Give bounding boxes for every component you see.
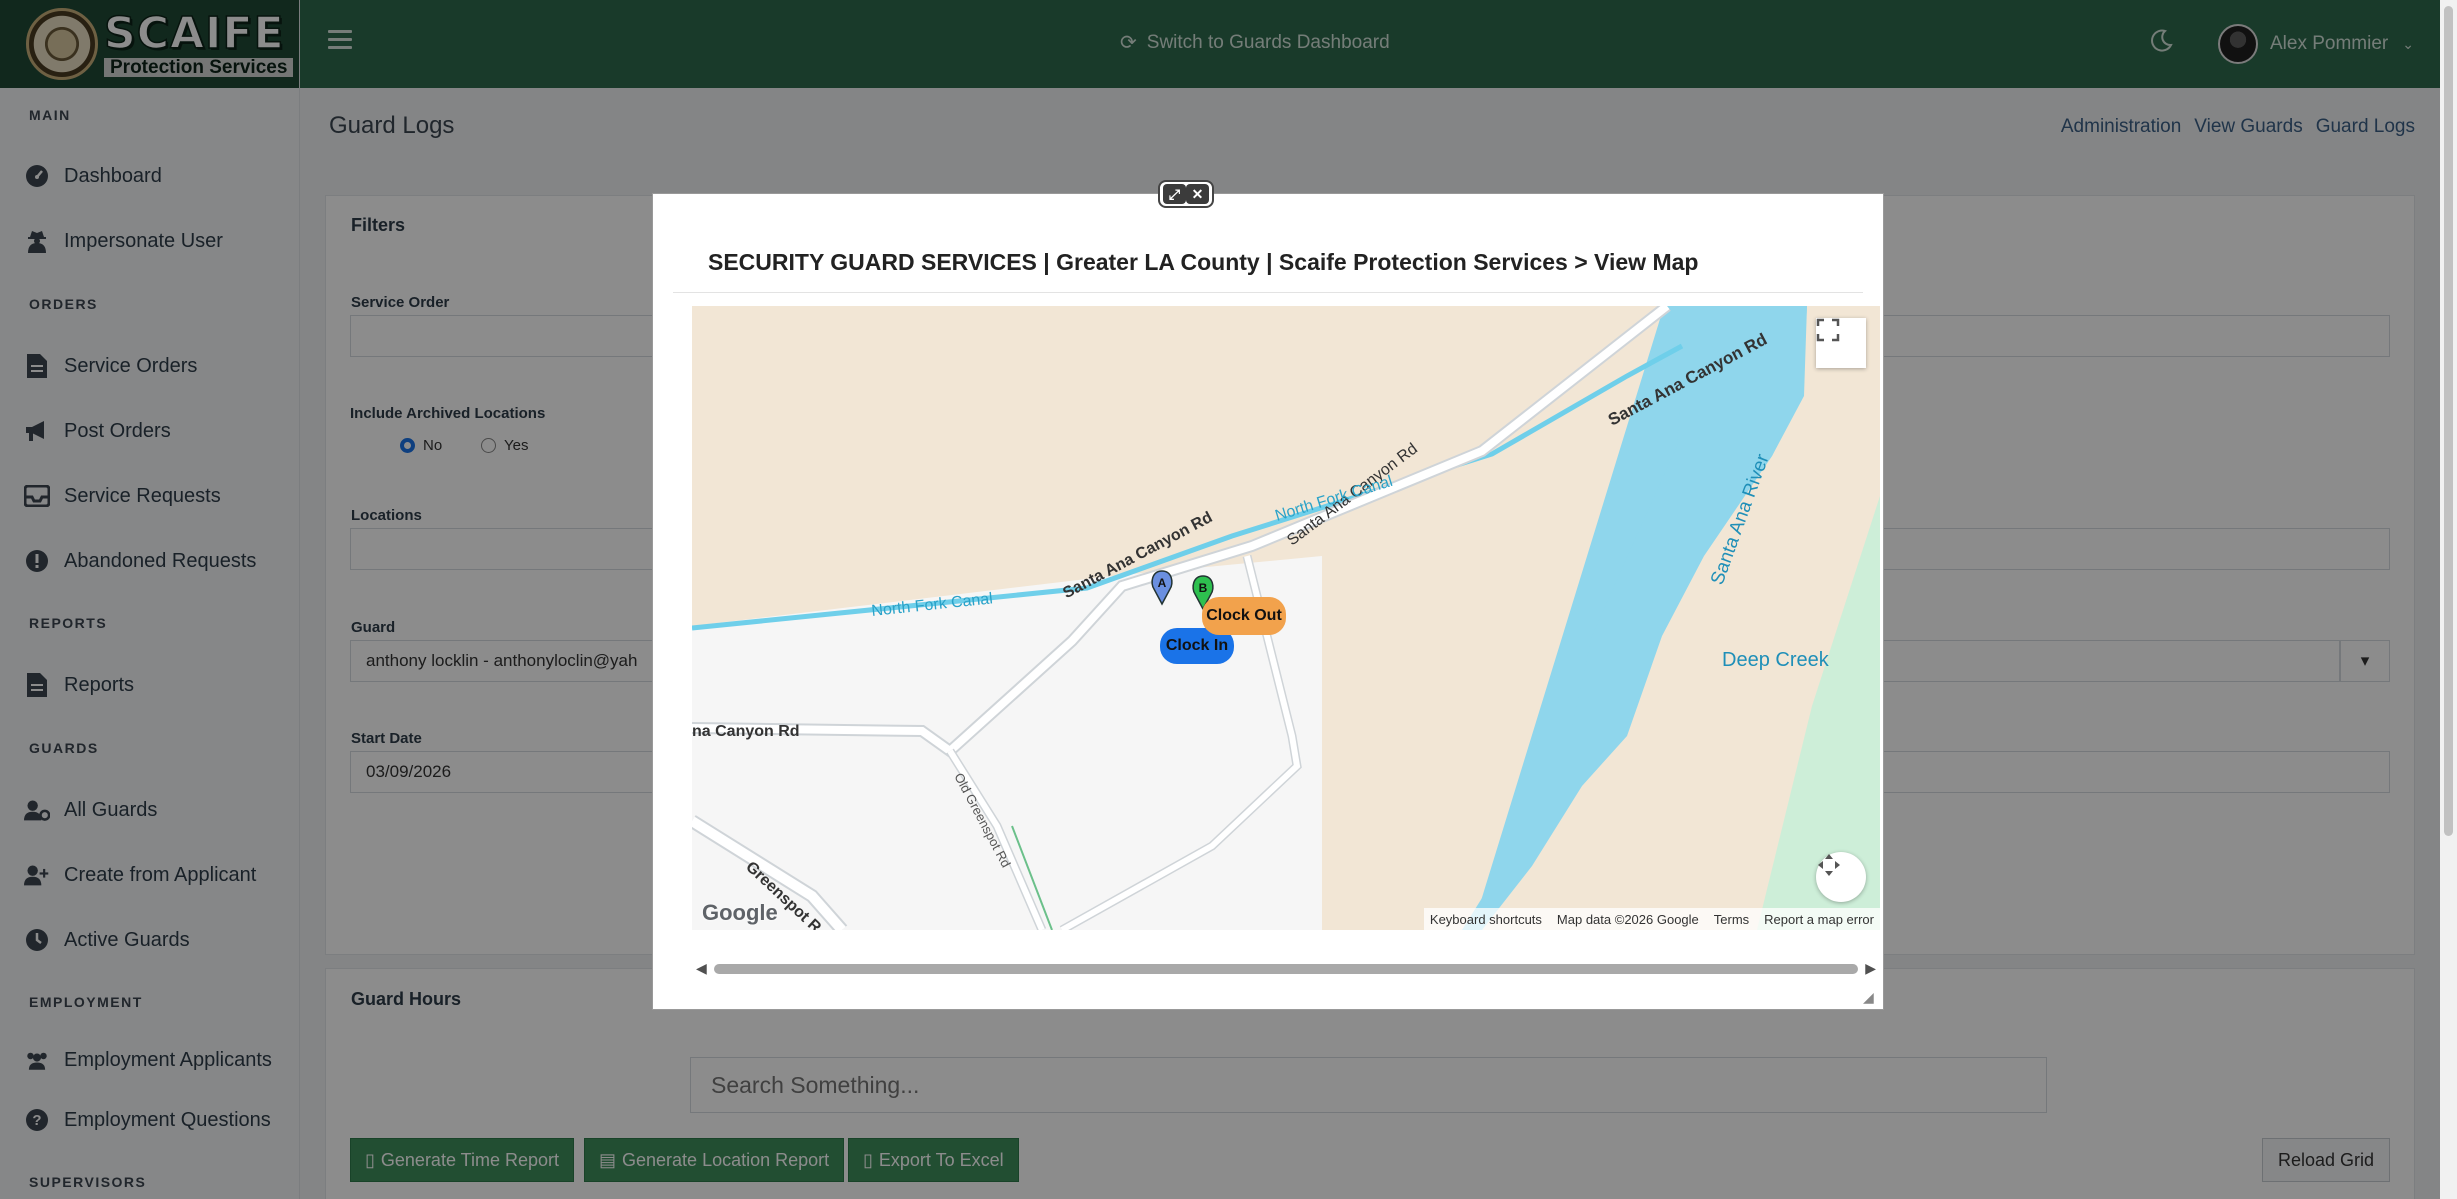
map-data-credit: Map data ©2026 Google <box>1556 911 1699 927</box>
clock-out-label[interactable]: Clock Out <box>1202 597 1286 635</box>
dialog-title: SECURITY GUARD SERVICES | Greater LA Cou… <box>708 249 1699 275</box>
google-map[interactable]: Santa Ana Canyon Rd Santa Ana Canyon Rd … <box>692 306 1880 930</box>
map-label-canyon-rd-partial: na Canyon Rd <box>692 723 800 740</box>
close-icon[interactable]: ✕ <box>1186 184 1209 204</box>
map-attribution: Keyboard shortcuts Map data ©2026 Google… <box>1423 908 1880 930</box>
map-camera-control-icon[interactable] <box>1816 852 1866 902</box>
keyboard-shortcuts-link[interactable]: Keyboard shortcuts <box>1430 912 1542 927</box>
maximize-icon[interactable]: ⤢ <box>1163 184 1186 204</box>
scrollbar-thumb[interactable] <box>2444 6 2453 836</box>
page-vertical-scrollbar[interactable] <box>2440 0 2457 1199</box>
fullscreen-icon[interactable] <box>1816 318 1866 368</box>
google-logo: Google <box>702 900 778 925</box>
svg-text:A: A <box>1158 576 1167 590</box>
dialog-horizontal-scrollbar[interactable]: ◀ ▶ <box>692 960 1880 978</box>
dialog-divider <box>673 292 1863 293</box>
map-label-deep-creek: Deep Creek <box>1722 649 1830 671</box>
report-map-error-link[interactable]: Report a map error <box>1764 912 1874 927</box>
terms-link[interactable]: Terms <box>1714 912 1749 927</box>
scrollbar-thumb[interactable] <box>714 964 1858 974</box>
svg-text:B: B <box>1199 581 1208 595</box>
dialog-controls: ⤢ ✕ <box>1158 180 1214 208</box>
scroll-left-icon[interactable]: ◀ <box>696 960 707 977</box>
resize-handle-icon[interactable]: ◢ <box>1863 989 1874 1006</box>
scroll-right-icon[interactable]: ▶ <box>1865 960 1876 977</box>
